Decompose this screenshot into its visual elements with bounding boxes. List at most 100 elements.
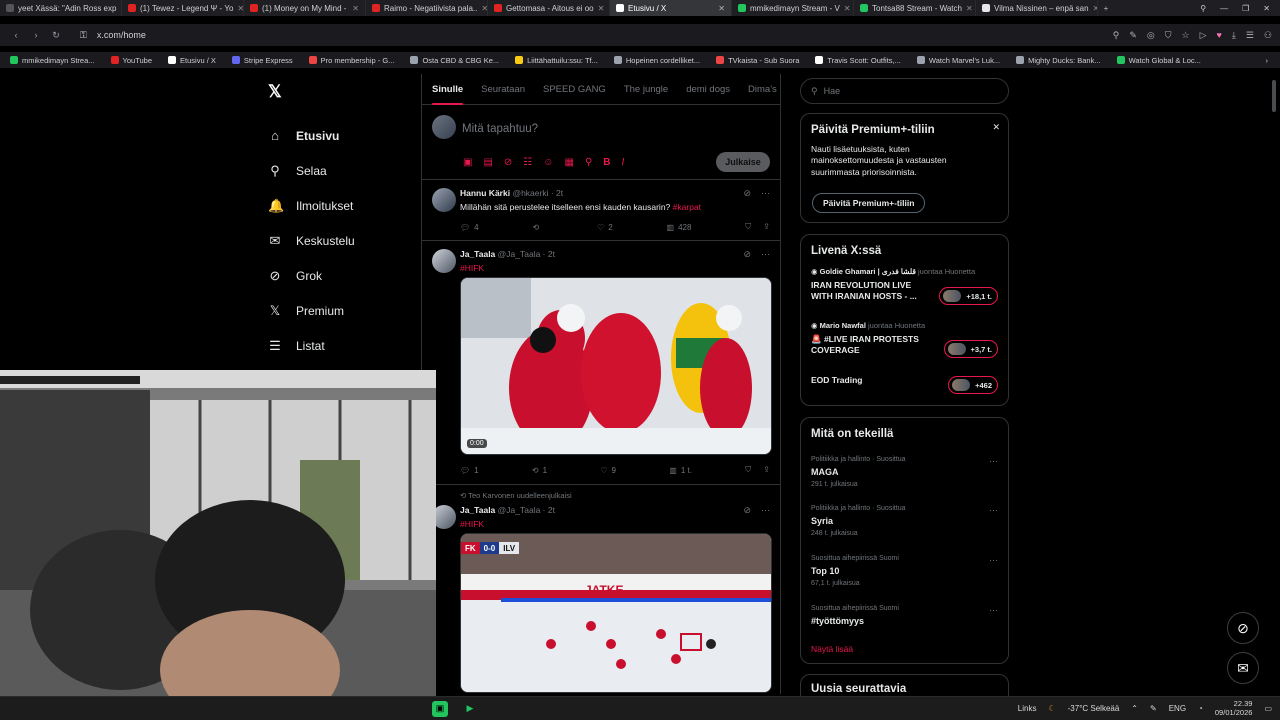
tweet-avatar[interactable]: [432, 249, 456, 273]
forward-icon[interactable]: ›: [26, 30, 46, 40]
close-tab-icon[interactable]: ✕: [481, 4, 487, 13]
browser-tab[interactable]: Tontsa88 Stream - Watch ✕: [854, 0, 976, 16]
grok-floating-button[interactable]: ⊘: [1227, 612, 1259, 644]
bookmark-item[interactable]: Liittähattuilu:ssu: Tf...: [515, 56, 598, 65]
user-avatar[interactable]: [432, 115, 456, 139]
show-more-link[interactable]: Näytä lisää: [811, 644, 853, 654]
browser-tab[interactable]: Etusivu / X ✕: [610, 0, 732, 16]
tweet-avatar[interactable]: [432, 188, 456, 212]
timeline-tab[interactable]: Dima's Di: [748, 84, 780, 95]
messages-floating-button[interactable]: ✉: [1227, 652, 1259, 684]
bookmark-item[interactable]: Mighty Ducks: Bank...: [1016, 56, 1101, 65]
play-icon[interactable]: ▷: [1200, 30, 1207, 41]
reply-button[interactable]: 💬︎ 4: [460, 222, 479, 232]
grok-icon[interactable]: ⊘: [743, 188, 751, 199]
more-icon[interactable]: ···: [989, 555, 998, 565]
repost-note-text[interactable]: Teo Karvonen uudelleenjulkaisi: [468, 491, 571, 500]
nav-item-etusivu[interactable]: ⌂ Etusivu: [268, 118, 355, 153]
shield-icon[interactable]: ⛉: [1165, 30, 1172, 41]
nav-item-keskustelu[interactable]: ✉ Keskustelu: [268, 223, 355, 258]
bookmark-item[interactable]: TVkaista - Sub Suora: [716, 56, 799, 65]
hashtag-link[interactable]: #HIFK: [460, 519, 484, 529]
more-icon[interactable]: ···: [989, 605, 998, 615]
bookmark-icon[interactable]: ⛉: [745, 465, 751, 475]
timeline-tab[interactable]: The jungle: [624, 84, 668, 95]
weather-text[interactable]: -37°C Selkeää: [1068, 704, 1120, 713]
nav-item-grok[interactable]: ⊘ Grok: [268, 258, 355, 293]
bookmark-item[interactable]: YouTube: [110, 56, 152, 65]
bold-icon[interactable]: B: [603, 157, 610, 168]
download-icon[interactable]: ⤓: [1232, 30, 1236, 41]
image-icon[interactable]: ▣: [463, 157, 472, 168]
bookmark-item[interactable]: mmikedimayn Strea...: [10, 56, 95, 65]
nav-item-listat[interactable]: ☰ Listat: [268, 328, 355, 363]
share-icon[interactable]: ⇪: [763, 222, 770, 232]
url-field[interactable]: ⚿ x.com/home: [80, 30, 146, 41]
bookmarks-overflow-icon[interactable]: ›: [1266, 56, 1280, 65]
post-button[interactable]: Julkaise: [716, 152, 770, 172]
nav-item-premium[interactable]: 𝕏 Premium: [268, 293, 355, 328]
views-button[interactable]: ▥ 1 t.: [669, 465, 692, 475]
close-tab-icon[interactable]: ✕: [352, 4, 359, 13]
tweet[interactable]: Ja_Taala @Ja_Taala · 2t ⊘ ··· #HIFK 0:00…: [422, 241, 780, 485]
hashtag-link[interactable]: #HIFK: [460, 263, 484, 273]
maximize-icon[interactable]: ❐: [1242, 4, 1249, 13]
bookmark-item[interactable]: Pro membership - G...: [308, 56, 394, 65]
close-window-icon[interactable]: ✕: [1263, 4, 1270, 13]
grok-compose-icon[interactable]: ⊘: [504, 157, 512, 168]
play-app-icon[interactable]: ▶: [462, 701, 478, 717]
live-space-item[interactable]: EOD Trading +462: [811, 371, 998, 394]
close-tab-icon[interactable]: ✕: [718, 4, 725, 13]
reply-button[interactable]: 💬︎ 1: [460, 465, 479, 475]
trend-item[interactable]: Suosittua aihepiirissä Suomi #työttömyys ·…: [811, 605, 998, 626]
tweet-author-handle[interactable]: @Ja_Taala · 2t: [498, 249, 555, 259]
compose-input[interactable]: Mitä tapahtuu?: [462, 123, 538, 135]
notifications-icon[interactable]: ▭: [1264, 704, 1272, 713]
minimize-icon[interactable]: —: [1220, 4, 1228, 13]
browser-tab[interactable]: (1) Tewez - Legend Ψ - Yo ✕: [122, 0, 244, 16]
network-icon[interactable]: ◔: [1198, 704, 1203, 713]
menu-icon[interactable]: ☰: [1246, 30, 1254, 41]
hashtag-link[interactable]: #karpat: [673, 202, 701, 212]
browser-tab[interactable]: (1) Money on My Mind - ✕: [244, 0, 366, 16]
timeline-tab[interactable]: Sinulle: [432, 84, 464, 105]
browser-tab[interactable]: Gettomasa - Aitous ei oo ✕: [488, 0, 610, 16]
video-player[interactable]: 0:00: [460, 277, 772, 455]
pen-icon[interactable]: ✎: [1150, 704, 1157, 713]
search-box[interactable]: ⚲ Hae: [800, 78, 1009, 104]
trend-item[interactable]: Suosittua aihepiirissä Suomi Top 10 67,1 t…: [811, 555, 998, 587]
grok-icon[interactable]: ⊘: [743, 505, 751, 516]
bookmark-icon[interactable]: ⛉: [745, 222, 751, 232]
close-tab-icon[interactable]: ✕: [966, 4, 973, 13]
live-space-item[interactable]: ◉ Mario Nawfal juontaa Huonetta 🚨 #LIVE I…: [811, 321, 998, 358]
emoji-icon[interactable]: ☺: [543, 157, 553, 168]
browser-tab[interactable]: yeet Xässä: "Adin Ross exp✕: [0, 0, 122, 16]
grok-icon[interactable]: ⊘: [743, 249, 751, 260]
more-icon[interactable]: ···: [989, 456, 998, 466]
profile-icon[interactable]: ⚇: [1264, 30, 1272, 41]
camera-icon[interactable]: ◎: [1147, 30, 1155, 41]
poll-icon[interactable]: ☷: [523, 157, 532, 168]
reload-icon[interactable]: ↻: [46, 30, 66, 41]
schedule-icon[interactable]: ▦: [564, 157, 573, 168]
zoom-icon[interactable]: ⚲: [1113, 30, 1120, 41]
timeline-tab[interactable]: SPEED GANG: [543, 84, 606, 95]
nav-item-ilmoitukset[interactable]: 🔔 Ilmoitukset: [268, 188, 355, 223]
close-icon[interactable]: ✕: [992, 122, 1000, 133]
tweet[interactable]: Hannu Kärki @hkaerki · 2t ⊘ ··· Millähän…: [422, 180, 780, 241]
new-tab-button[interactable]: +: [1098, 4, 1114, 13]
search-tabs-icon[interactable]: ⚲: [1200, 4, 1206, 13]
close-tab-icon[interactable]: ✕: [844, 4, 851, 13]
heart-icon[interactable]: ♥: [1217, 30, 1222, 41]
bookmark-item[interactable]: Osta CBD & CBG Ke...: [410, 56, 499, 65]
tweet-author-name[interactable]: Hannu Kärki: [460, 188, 510, 198]
bookmark-item[interactable]: Stripe Express: [231, 56, 293, 65]
links-toolbar[interactable]: Links: [1018, 704, 1037, 713]
repost-button[interactable]: ⟲: [532, 222, 543, 232]
site-info-icon[interactable]: ⚿: [80, 30, 87, 41]
trend-item[interactable]: Politiikka ja hallinto · Suosittua MAGA 29…: [811, 456, 998, 488]
views-button[interactable]: ▥ 428: [667, 222, 692, 232]
language-indicator[interactable]: ENG: [1169, 704, 1186, 713]
tweet[interactable]: ⟲ Teo Karvonen uudelleenjulkaisi Ja_Taal…: [422, 485, 780, 694]
app-icon[interactable]: ▣: [432, 700, 448, 717]
